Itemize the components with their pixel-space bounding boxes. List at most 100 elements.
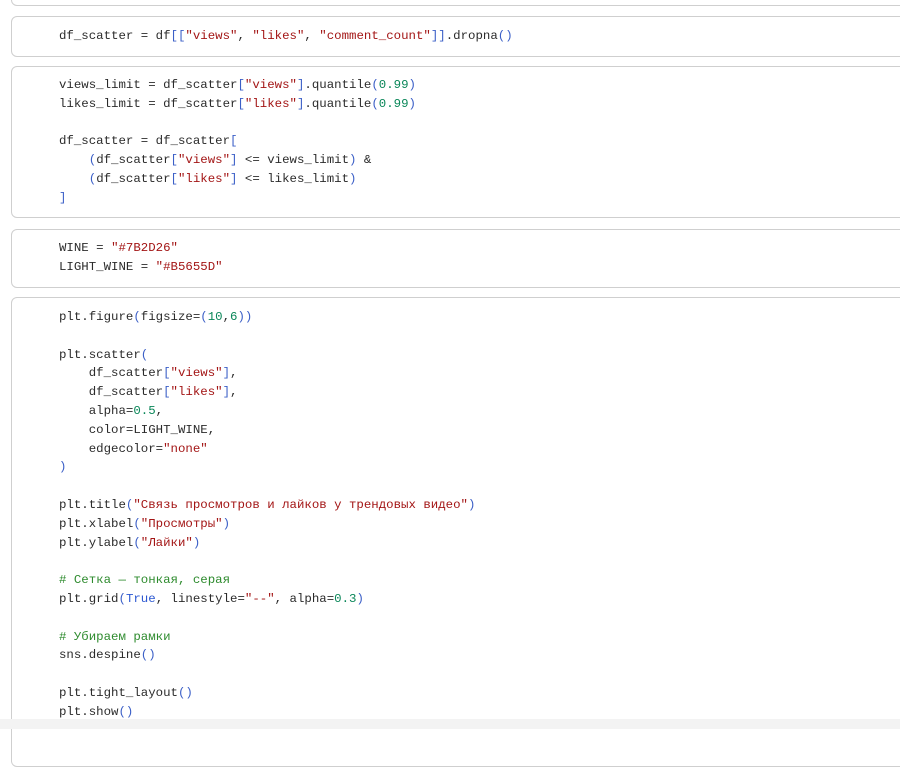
- code-token: plt.grid: [59, 591, 119, 606]
- code-cell-scatter-plot[interactable]: plt.figure(figsize=(10,6)) plt.scatter ( d…: [11, 297, 900, 767]
- code-cell-select-columns[interactable]: df_scatter = df[["views", "likes", "comm…: [11, 16, 900, 57]
- notebook-bottom-area: [0, 719, 900, 729]
- code-token: , linestyle=: [155, 591, 245, 606]
- bracket-token: ): [59, 460, 67, 475]
- bracket-token: ]: [222, 366, 231, 381]
- code-cell-quantile-filter[interactable]: views_limit = df_scatter["views"].quanti…: [11, 66, 900, 218]
- code-cell-colors[interactable]: WINE = "#7B2D26" LIGHT_WINE = "#B5655D": [11, 229, 900, 288]
- string-token: "likes": [177, 171, 231, 186]
- bracket-token: (): [497, 29, 513, 43]
- code-token: plt.show: [59, 704, 119, 719]
- string-token: "views": [244, 78, 297, 92]
- number-token: 0.99: [378, 96, 409, 111]
- code-cell-previous[interactable]: [11, 0, 900, 6]
- number-token: 0.3: [334, 591, 357, 606]
- number-token: 0.5: [133, 403, 156, 418]
- string-token: "#B5655D": [155, 259, 223, 274]
- comment-token: # Сетка — тонкая, серая: [59, 573, 231, 588]
- bracket-token: )): [237, 310, 253, 324]
- code-line: edgecolor="none": [59, 440, 475, 459]
- code-token: .quantile: [304, 78, 372, 92]
- bracket-token: ): [408, 78, 416, 92]
- code-line: df_scatter["views"],: [59, 364, 475, 383]
- bracket-token: ): [467, 497, 476, 512]
- code-line: plt.grid(True, linestyle="--", alpha=0.3…: [59, 590, 475, 609]
- bracket-token: (): [140, 648, 156, 663]
- code-editor[interactable]: views_limit = df_scatter["views"].quanti…: [59, 76, 416, 208]
- code-token: ,: [230, 385, 238, 400]
- code-token: <= likes_limit: [237, 171, 350, 186]
- code-line: df_scatter = df[["views", "likes", "comm…: [59, 27, 513, 46]
- code-token: edgecolor=: [59, 441, 164, 456]
- code-editor[interactable]: plt.figure(figsize=(10,6)) plt.scatter ( d…: [59, 308, 475, 722]
- bracket-token: ): [356, 591, 364, 606]
- code-token: df_scatter: [96, 171, 171, 186]
- code-line: views_limit = df_scatter["views"].quanti…: [59, 76, 416, 95]
- bracket-token: ): [349, 171, 357, 186]
- string-token: "likes": [244, 96, 297, 111]
- string-token: "Просмотры": [140, 516, 223, 531]
- string-token: "comment_count": [319, 29, 431, 43]
- code-line: ): [59, 458, 475, 477]
- code-token: <= views_limit: [237, 153, 350, 168]
- code-line: df_scatter["likes"],: [59, 383, 475, 402]
- string-token: "views": [177, 153, 231, 168]
- code-line: df_scatter = df_scatter[: [59, 132, 416, 151]
- number-token: 0.99: [378, 78, 409, 92]
- code-line: sns.despine(): [59, 646, 475, 665]
- code-line: color=LIGHT_WINE,: [59, 421, 475, 440]
- code-token: plt.ylabel: [59, 535, 134, 550]
- code-token: ,: [222, 310, 231, 324]
- bracket-token: [: [163, 385, 171, 400]
- bracket-token: (: [371, 78, 379, 92]
- code-line: ]: [59, 189, 416, 208]
- code-token: df_scatter = df_scatter: [59, 134, 231, 149]
- code-token: ,: [155, 403, 164, 418]
- string-token: "none": [163, 441, 208, 456]
- code-token: .dropna: [445, 29, 498, 43]
- bracket-token: (: [133, 535, 141, 550]
- bracket-token: (: [200, 310, 208, 324]
- bracket-token: (): [118, 704, 134, 719]
- code-token: ,: [304, 29, 320, 43]
- bracket-token: (: [118, 591, 126, 606]
- number-token: 10: [207, 310, 223, 324]
- code-line: plt.xlabel("Просмотры"): [59, 515, 475, 534]
- code-token: LIGHT_WINE =: [59, 259, 156, 274]
- code-token: , alpha=: [274, 591, 335, 606]
- code-line: (df_scatter["likes"] <= likes_limit): [59, 170, 416, 189]
- code-line: plt.title("Связь просмотров и лайков у т…: [59, 496, 475, 515]
- code-token: plt.xlabel: [59, 516, 134, 531]
- code-token: df_scatter: [59, 385, 164, 400]
- bracket-token: ]: [222, 385, 231, 400]
- code-token: ,: [237, 29, 253, 43]
- bracket-token: (): [177, 685, 193, 700]
- code-editor[interactable]: WINE = "#7B2D26" LIGHT_WINE = "#B5655D": [59, 239, 223, 277]
- code-token: plt.figure: [59, 310, 134, 324]
- code-line: plt.tight_layout(): [59, 684, 475, 703]
- code-token: plt.scatter: [59, 347, 141, 362]
- code-token: figsize=: [140, 310, 201, 324]
- code-editor[interactable]: df_scatter = df[["views", "likes", "comm…: [59, 27, 513, 46]
- code-line: plt.figure(figsize=(10,6)): [59, 308, 475, 327]
- code-line: likes_limit = df_scatter["likes"].quanti…: [59, 95, 416, 114]
- code-token: df_scatter: [96, 153, 171, 168]
- bracket-token: ): [408, 96, 416, 111]
- bracket-token: (: [371, 96, 379, 111]
- code-line: WINE = "#7B2D26": [59, 239, 223, 258]
- bracket-token: (: [133, 516, 141, 531]
- bracket-token: ): [222, 516, 231, 531]
- code-token: views_limit = df_scatter: [59, 78, 238, 92]
- bracket-token: [: [237, 78, 245, 92]
- code-line: alpha=0.5,: [59, 402, 475, 421]
- code-token: .quantile: [304, 96, 372, 111]
- comment-token: # Убираем рамки: [59, 629, 171, 644]
- code-line: LIGHT_WINE = "#B5655D": [59, 258, 223, 277]
- bracket-token: (: [133, 310, 141, 324]
